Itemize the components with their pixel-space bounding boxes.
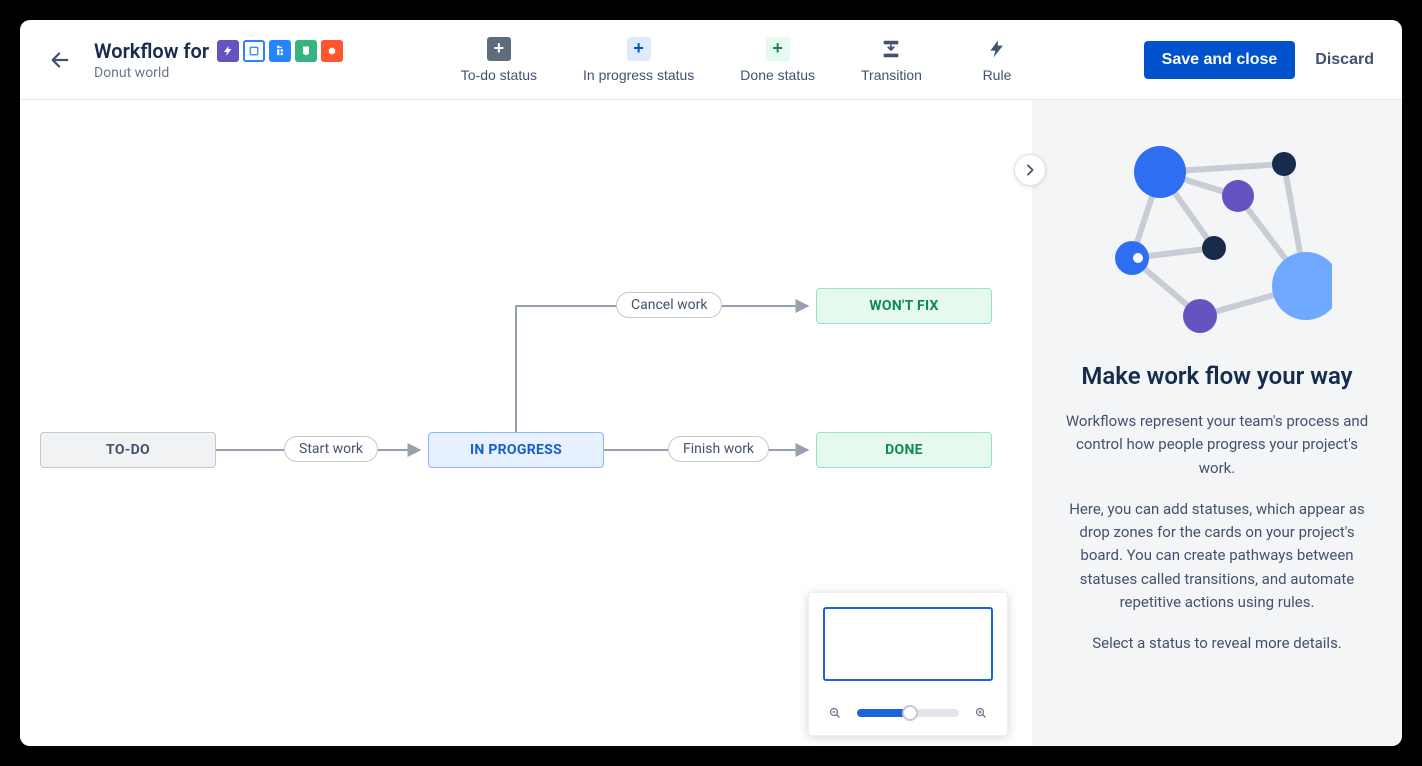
zoom-thumb[interactable] bbox=[902, 705, 918, 721]
discard-button[interactable]: Discard bbox=[1307, 41, 1382, 79]
plus-icon: + bbox=[627, 37, 651, 61]
workflow-illustration bbox=[1102, 136, 1332, 336]
transition-start-work[interactable]: Start work bbox=[284, 436, 378, 462]
add-done-status-button[interactable]: + Done status bbox=[734, 36, 821, 84]
sidebar-paragraph-2: Here, you can add statuses, which appear… bbox=[1060, 498, 1374, 614]
minimap bbox=[808, 592, 1008, 736]
zoom-slider[interactable] bbox=[857, 709, 959, 717]
sidebar-title: Make work flow your way bbox=[1060, 362, 1374, 390]
add-transition-button[interactable]: Transition bbox=[855, 36, 928, 84]
story-icon bbox=[243, 40, 265, 62]
zoom-out-icon bbox=[829, 704, 841, 722]
page-title: Workflow for bbox=[94, 39, 209, 63]
title-block: Workflow for bbox=[94, 39, 343, 81]
zoom-out-button[interactable] bbox=[823, 701, 847, 725]
add-rule-button[interactable]: Rule bbox=[962, 36, 1032, 84]
collapse-sidebar-button[interactable] bbox=[1014, 154, 1046, 186]
task-icon bbox=[269, 40, 291, 62]
transition-cancel-work[interactable]: Cancel work bbox=[616, 292, 722, 318]
bug-icon bbox=[295, 40, 317, 62]
sidebar-paragraph-3: Select a status to reveal more details. bbox=[1060, 632, 1374, 655]
status-todo[interactable]: TO-DO bbox=[40, 432, 216, 468]
minimap-viewport[interactable] bbox=[823, 607, 993, 681]
status-wont-fix[interactable]: WON'T FIX bbox=[816, 288, 992, 324]
transition-finish-work[interactable]: Finish work bbox=[668, 436, 769, 462]
zoom-in-button[interactable] bbox=[969, 701, 993, 725]
workflow-canvas[interactable]: TO-DO IN PROGRESS WON'T FIX DONE Start w… bbox=[20, 100, 1032, 746]
bolt-icon bbox=[985, 37, 1009, 61]
chevron-right-icon bbox=[1022, 162, 1038, 178]
zoom-in-icon bbox=[975, 704, 987, 722]
back-button[interactable] bbox=[40, 40, 80, 80]
toolbar: + To-do status + In progress status + Do… bbox=[455, 36, 1032, 84]
project-icons bbox=[217, 40, 343, 62]
status-done[interactable]: DONE bbox=[816, 432, 992, 468]
sidebar-paragraph-1: Workflows represent your team's process … bbox=[1060, 410, 1374, 480]
flag-icon bbox=[321, 40, 343, 62]
add-inprogress-status-button[interactable]: + In progress status bbox=[577, 36, 700, 84]
transition-icon bbox=[879, 37, 903, 61]
header-bar: Workflow for bbox=[20, 20, 1402, 100]
project-name: Donut world bbox=[94, 65, 343, 81]
plus-icon: + bbox=[766, 37, 790, 61]
plus-icon: + bbox=[487, 37, 511, 61]
add-todo-status-button[interactable]: + To-do status bbox=[455, 36, 543, 84]
header-actions: Save and close Discard bbox=[1144, 41, 1382, 79]
arrow-left-icon bbox=[49, 49, 71, 71]
info-sidebar: Make work flow your way Workflows repres… bbox=[1032, 100, 1402, 746]
epic-icon bbox=[217, 40, 239, 62]
save-button[interactable]: Save and close bbox=[1144, 41, 1296, 79]
status-in-progress[interactable]: IN PROGRESS bbox=[428, 432, 604, 468]
